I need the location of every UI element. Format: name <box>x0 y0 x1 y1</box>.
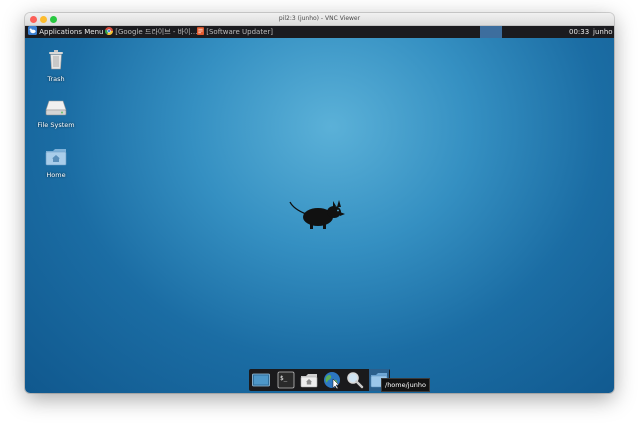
user-menu[interactable]: junho <box>593 26 613 38</box>
desktop-icon-trash[interactable]: Trash <box>31 50 81 83</box>
task-label-software-updater: [Software Updater] <box>206 28 274 36</box>
applications-menu-label: Applications Menu <box>39 28 104 36</box>
task-label-chrome: [Google 드라이브 - 바이… <box>115 28 198 36</box>
dock-show-desktop[interactable] <box>252 371 270 389</box>
clock[interactable]: 00:33 <box>569 26 589 38</box>
dock-terminal[interactable]: $_ <box>277 371 295 389</box>
desktop[interactable]: Trash File System Home $_ /home/junho <box>25 38 614 393</box>
bottom-dock: $_ <box>249 369 390 391</box>
desktop-icon-home[interactable]: Home <box>31 148 81 179</box>
vnc-viewer-window: pil2:3 (junho) - VNC Viewer Applications… <box>25 13 614 393</box>
dock-web-browser[interactable] <box>323 371 341 390</box>
task-button-software-updater[interactable]: [Software Updater] <box>197 26 273 38</box>
home-folder-icon <box>300 374 318 388</box>
globe-icon <box>324 372 340 390</box>
desktop-icon-label: Home <box>46 171 66 179</box>
dock-app-finder[interactable] <box>346 371 364 389</box>
svg-text:$_: $_ <box>280 375 288 382</box>
window-titlebar[interactable]: pil2:3 (junho) - VNC Viewer <box>25 13 614 26</box>
desktop-icon <box>252 373 270 387</box>
xfce-menu-icon <box>28 26 37 35</box>
task-button-chrome[interactable]: [Google 드라이브 - 바이… <box>104 26 198 38</box>
terminal-icon: $_ <box>277 371 295 389</box>
chrome-icon <box>104 27 113 35</box>
window-title: pil2:3 (junho) - VNC Viewer <box>278 15 361 22</box>
desktop-icon-file-system[interactable]: File System <box>31 100 81 129</box>
workspace-switcher-active[interactable] <box>480 26 502 38</box>
home-folder-icon <box>45 149 67 166</box>
desktop-icon-label: Trash <box>47 75 65 83</box>
dock-tooltip: /home/junho <box>381 378 430 392</box>
magnifier-icon <box>347 372 364 389</box>
trash-icon <box>49 50 63 70</box>
top-panel: Applications Menu [Google 드라이브 - 바이… [So… <box>25 26 614 38</box>
applications-menu-button[interactable]: Applications Menu <box>28 26 103 38</box>
software-updater-icon <box>197 27 204 35</box>
xfce-mouse-icon <box>289 200 345 229</box>
drive-icon <box>45 100 67 116</box>
dock-file-manager[interactable] <box>300 371 318 389</box>
desktop-icon-label: File System <box>37 121 75 129</box>
